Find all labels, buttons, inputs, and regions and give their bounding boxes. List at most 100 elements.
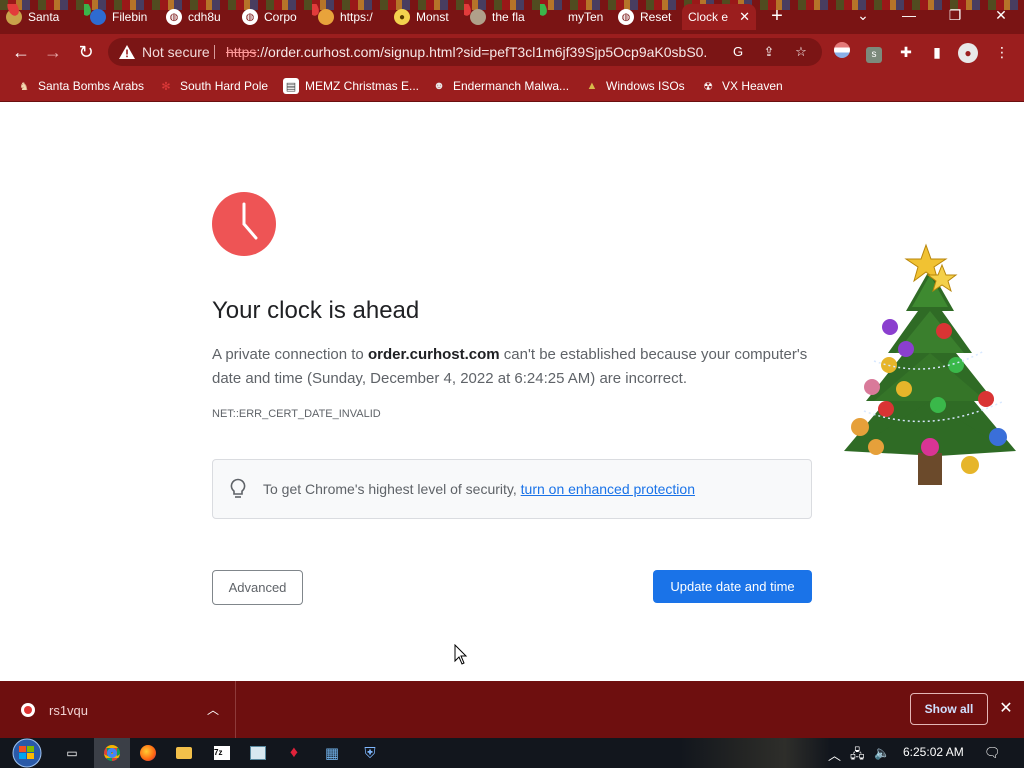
santa-icon: ♞	[19, 80, 29, 93]
tray-chevron-up-icon[interactable]: ︿	[828, 745, 841, 764]
new-tab-button[interactable]: +	[766, 5, 788, 27]
close-tab-icon[interactable]: ✕	[739, 9, 750, 25]
task-view-icon[interactable]: ▭	[54, 738, 90, 768]
bookmark-windows-isos[interactable]: ▲ Windows ISOs	[584, 76, 685, 96]
side-panel-icon[interactable]: ▮	[927, 42, 947, 62]
tab-label: Monst	[416, 10, 449, 24]
notepad-taskbar-icon[interactable]	[240, 738, 276, 768]
extension-flag-icon[interactable]	[832, 42, 852, 62]
error-description: A private connection to order.curhost.co…	[212, 343, 812, 391]
start-button-icon[interactable]	[8, 738, 46, 768]
tab-santa[interactable]: Santa	[0, 4, 80, 30]
action-center-icon[interactable]: 🗨	[984, 745, 1001, 761]
mouse-cursor-icon	[454, 644, 468, 665]
close-window-button[interactable]: ✕	[978, 0, 1024, 30]
download-item[interactable]: rs1vqu ︿	[0, 681, 236, 738]
bookmark-endermanch-malware[interactable]: ☻ Endermanch Malwa...	[431, 76, 569, 96]
firefox-taskbar-icon[interactable]	[130, 738, 166, 768]
file-explorer-taskbar-icon[interactable]	[166, 738, 202, 768]
raccoon-icon: ☻	[433, 80, 445, 92]
chrome-logo	[104, 745, 120, 761]
desc-prefix: A private connection to	[212, 346, 368, 363]
bookmark-label: Endermanch Malwa...	[453, 79, 570, 93]
page-favicon-icon	[318, 9, 334, 25]
memz-icon: ▤	[283, 78, 299, 94]
network-app-logo: ▦	[324, 745, 340, 762]
bookmark-star-icon[interactable]: ☆	[791, 42, 811, 62]
forward-button[interactable]: →	[41, 40, 65, 64]
profile-avatar-icon[interactable]: ●	[958, 42, 978, 63]
bookmark-south-hard-pole[interactable]: ✻ South Hard Pole	[158, 76, 268, 96]
google-lens-icon[interactable]: G	[728, 42, 748, 62]
menu-kebab-icon[interactable]: ⋮	[992, 42, 1012, 62]
tab-label: https:/	[340, 10, 373, 24]
error-page: Your clock is ahead A private connection…	[0, 103, 1024, 681]
image-favicon-icon	[470, 9, 486, 25]
share-icon[interactable]: ⇪	[759, 42, 779, 62]
url-scheme: https	[226, 44, 257, 60]
network-app-taskbar-icon[interactable]: ▦	[314, 738, 350, 768]
extension-s-icon[interactable]: s	[864, 42, 884, 63]
extensions-puzzle-icon[interactable]: ✚	[896, 42, 916, 62]
bookmark-vx-heaven[interactable]: ☢ VX Heaven	[700, 76, 783, 96]
tab-label: cdh8u	[188, 10, 221, 24]
tab-corpo[interactable]: ◍ Corpo	[236, 4, 308, 30]
url-text[interactable]: https://order.curhost.com/signup.html?si…	[226, 44, 706, 60]
address-divider	[214, 45, 215, 59]
tab-monst[interactable]: ● Monst	[388, 4, 460, 30]
page-title: Your clock is ahead	[212, 297, 420, 324]
tab-the-fla[interactable]: the fla	[464, 4, 536, 30]
warning-triangle-icon[interactable]	[118, 43, 136, 61]
snowflake-icon: ✻	[161, 80, 171, 93]
minimize-button[interactable]: —	[886, 0, 932, 30]
tab-reset[interactable]: ◍ Reset	[612, 4, 682, 30]
7zip-taskbar-icon[interactable]: 7z	[204, 738, 240, 768]
tree-icon: ▲	[586, 80, 598, 92]
advanced-button[interactable]: Advanced	[212, 570, 303, 605]
error-code[interactable]: NET::ERR_CERT_DATE_INVALID	[212, 408, 381, 420]
bookmarks-bar: ♞ Santa Bombs Arabs ✻ South Hard Pole ▤ …	[0, 70, 1024, 102]
chevron-up-icon[interactable]: ︿	[204, 701, 222, 718]
bookmark-label: Santa Bombs Arabs	[38, 79, 145, 93]
bookmark-memz-christmas[interactable]: ▤ MEMZ Christmas E...	[283, 76, 419, 96]
tab-cdh8u[interactable]: ◍ cdh8u	[160, 4, 232, 30]
reload-button[interactable]: ↻	[74, 40, 98, 64]
close-download-bar-icon[interactable]: ✕	[996, 698, 1016, 720]
restore-button[interactable]: ❐	[932, 0, 978, 30]
bookmark-label: Windows ISOs	[606, 79, 685, 93]
avatar: ●	[958, 43, 978, 63]
tab-label: Filebin	[112, 10, 148, 24]
tab-search-chevron-icon[interactable]: ⌄	[840, 0, 886, 30]
download-file-icon	[21, 703, 35, 717]
tab-label: Corpo	[264, 10, 297, 24]
tab-filebin[interactable]: Filebin	[84, 4, 156, 30]
tab-label: Clock e	[688, 10, 729, 24]
filebin-favicon-icon	[90, 9, 106, 25]
clock-icon	[212, 192, 276, 256]
page-favicon-icon	[546, 9, 562, 25]
taskbar-clock[interactable]: 6:25:02 AM	[903, 745, 964, 759]
address-bar[interactable]: Not secure https://order.curhost.com/sig…	[108, 38, 822, 66]
chrome-taskbar-icon[interactable]	[94, 738, 130, 768]
windows-taskbar: ▭ 7z ♦ ▦ ⛨ ︿ 🖧 🔈 6:25:02 AM 🗨	[0, 738, 1024, 768]
shield-app-logo: ⛨	[364, 744, 376, 762]
notepad-logo	[250, 746, 266, 760]
bookmark-santa-bombs-arabs[interactable]: ♞ Santa Bombs Arabs	[16, 76, 144, 96]
red-app-taskbar-icon[interactable]: ♦	[276, 738, 312, 768]
s-badge: s	[866, 47, 882, 63]
shield-app-taskbar-icon[interactable]: ⛨	[352, 738, 388, 768]
update-date-time-button[interactable]: Update date and time	[653, 570, 812, 603]
red-app-logo: ♦	[289, 744, 299, 761]
7zip-logo: 7z	[214, 746, 230, 760]
tab-clock-error[interactable]: Clock e ✕	[682, 4, 756, 30]
tab-https[interactable]: https:/	[312, 4, 384, 30]
bookmark-label: MEMZ Christmas E...	[305, 79, 420, 93]
enhanced-protection-link[interactable]: turn on enhanced protection	[521, 481, 695, 497]
not-secure-label[interactable]: Not secure	[142, 44, 210, 60]
back-button[interactable]: ←	[9, 40, 33, 64]
show-all-button[interactable]: Show all	[910, 693, 988, 725]
tab-myten[interactable]: myTen	[540, 4, 612, 30]
network-tray-icon[interactable]: 🖧	[850, 745, 865, 767]
volume-tray-icon[interactable]: 🔈	[874, 745, 890, 761]
flag-badge	[834, 42, 850, 58]
